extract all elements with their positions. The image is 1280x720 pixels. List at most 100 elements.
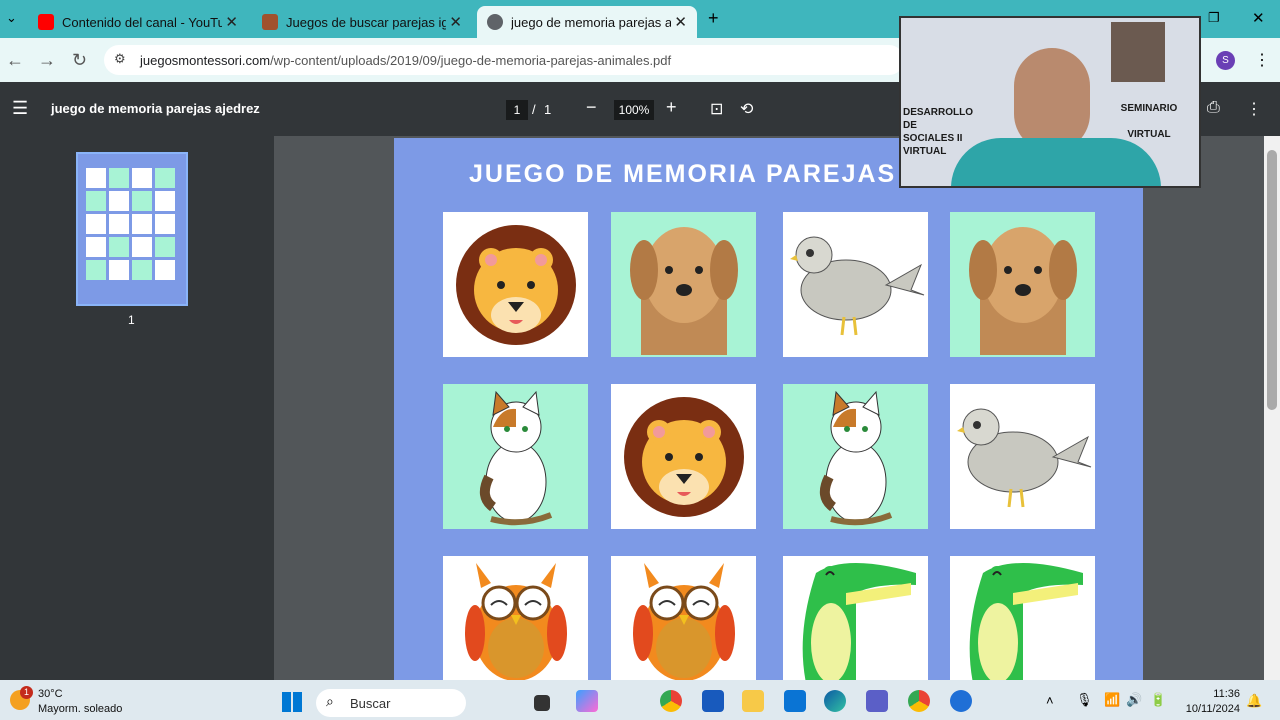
volume-icon[interactable]: 🔊 xyxy=(1126,692,1142,708)
search-label: Buscar xyxy=(350,695,391,711)
bird-card[interactable] xyxy=(783,212,928,357)
chrome-icon[interactable] xyxy=(660,690,682,712)
bird-illustration xyxy=(956,408,1091,507)
window-close-icon[interactable]: ✕ xyxy=(1252,9,1265,27)
owl-illustration xyxy=(464,563,567,680)
taskbar-search[interactable]: Buscar xyxy=(316,689,466,717)
webcam-wall-sign-left: DESARROLLO DE SOCIALES II VIRTUAL xyxy=(903,107,973,157)
vertical-scrollbar[interactable] xyxy=(1264,136,1280,680)
thumbnail-card xyxy=(132,191,152,211)
cat-illustration xyxy=(819,390,892,525)
owl-illustration xyxy=(632,563,735,680)
tab-juegos[interactable]: Juegos de buscar parejas igual… ✕ xyxy=(252,6,472,38)
new-tab-plus-icon[interactable]: + xyxy=(708,8,719,29)
thumbnail-grid xyxy=(86,168,175,280)
close-icon[interactable]: ✕ xyxy=(674,13,687,31)
lion-illustration xyxy=(455,224,576,345)
crocodile-illustration xyxy=(969,563,1083,680)
owl-card[interactable] xyxy=(443,556,588,680)
page-total: 1 xyxy=(544,102,552,117)
weather-widget[interactable]: 30°C Mayorm. soleado xyxy=(38,687,122,717)
close-icon[interactable]: ✕ xyxy=(225,13,238,31)
lion-card[interactable] xyxy=(443,212,588,357)
close-icon[interactable]: ✕ xyxy=(449,13,462,31)
page-heading: JUEGO DE MEMORIA PAREJAS xyxy=(469,160,897,188)
thumbnail-card xyxy=(86,260,106,280)
page-number-input[interactable]: 1 xyxy=(506,100,528,120)
windows-start-icon[interactable] xyxy=(282,692,302,712)
tab-memoria[interactable]: juego de memoria parejas ajed… ✕ xyxy=(477,6,697,38)
thumbnail-card xyxy=(86,214,106,234)
youtube-icon xyxy=(38,14,54,30)
zoom-level-input[interactable]: 100% xyxy=(614,100,654,120)
back-arrow-icon[interactable]: ← xyxy=(6,50,24,71)
owl-card[interactable] xyxy=(611,556,756,680)
painting xyxy=(1111,22,1165,82)
fit-page-icon[interactable]: ⊡ xyxy=(710,99,723,119)
dog-card[interactable] xyxy=(950,212,1095,357)
scrollbar-thumb[interactable] xyxy=(1267,150,1277,410)
tab-title: Juegos de buscar parejas igual… xyxy=(286,14,446,30)
zoom-out-icon[interactable]: − xyxy=(586,97,597,118)
thumbnail-card xyxy=(155,237,175,257)
thumbnail-card xyxy=(109,260,129,280)
microphone-icon[interactable]: 🎙 xyxy=(1076,692,1093,708)
tab-youtube[interactable]: Contenido del canal - YouTube ✕ xyxy=(28,6,248,38)
settings-app-icon[interactable] xyxy=(950,690,972,712)
thumbnail-card xyxy=(109,214,129,234)
bird-card[interactable] xyxy=(950,384,1095,529)
site-info-icon[interactable]: ⚙ xyxy=(114,51,126,67)
cat-card[interactable] xyxy=(783,384,928,529)
thumbnail-card xyxy=(155,214,175,234)
chrome-profile-icon[interactable] xyxy=(908,690,930,712)
file-explorer-icon[interactable] xyxy=(742,690,764,712)
copilot-icon[interactable] xyxy=(576,690,598,712)
lion-card[interactable] xyxy=(611,384,756,529)
tray-chevron-icon[interactable]: ˄ xyxy=(1046,693,1054,708)
thumbnail-card xyxy=(132,237,152,257)
clock[interactable]: 11:36 10/11/2024 xyxy=(1186,687,1240,717)
forward-arrow-icon[interactable]: → xyxy=(38,50,56,71)
clock-date: 10/11/2024 xyxy=(1185,703,1240,715)
task-view-icon[interactable] xyxy=(534,695,550,711)
notification-bell-icon[interactable]: 🔔 xyxy=(1246,693,1262,709)
zoom-in-icon[interactable]: + xyxy=(666,97,677,118)
battery-icon[interactable]: 🔋 xyxy=(1150,692,1166,708)
search-magnifier-icon: ⌕ xyxy=(326,693,334,709)
bird-illustration xyxy=(789,236,924,335)
rotate-icon[interactable]: ⟲ xyxy=(740,99,753,119)
page-thumbnail[interactable] xyxy=(76,152,188,306)
print-icon[interactable]: ⎙ xyxy=(1207,99,1220,117)
thumbnail-card xyxy=(109,237,129,257)
crocodile-card[interactable] xyxy=(950,556,1095,680)
webcam-overlay: DESARROLLO DE SOCIALES II VIRTUAL SEMINA… xyxy=(899,16,1201,188)
reload-icon[interactable]: ↻ xyxy=(72,50,87,71)
thumbnail-card xyxy=(155,168,175,188)
word-icon[interactable] xyxy=(702,690,724,712)
thumbnail-card xyxy=(132,168,152,188)
tab-title: Contenido del canal - YouTube xyxy=(62,14,222,30)
store-icon[interactable] xyxy=(784,690,806,712)
teams-icon[interactable] xyxy=(866,690,888,712)
dog-card[interactable] xyxy=(611,212,756,357)
thumbnail-card xyxy=(132,260,152,280)
cat-card[interactable] xyxy=(443,384,588,529)
thumbnail-card xyxy=(155,191,175,211)
dog-illustration xyxy=(629,226,738,355)
chrome-menu-icon[interactable]: ⋮ xyxy=(1254,50,1270,70)
crocodile-card[interactable] xyxy=(783,556,928,680)
tab-title: juego de memoria parejas ajed… xyxy=(511,14,671,30)
pdf-more-icon[interactable]: ⋮ xyxy=(1246,99,1262,119)
edge-icon[interactable] xyxy=(824,690,846,712)
wifi-icon[interactable]: 📶 xyxy=(1104,692,1120,708)
profile-avatar[interactable]: S xyxy=(1216,51,1235,70)
tab-search-chevron-icon[interactable]: ⌄ xyxy=(6,10,17,26)
lion-illustration xyxy=(623,396,744,517)
person-shirt xyxy=(951,138,1161,186)
thumbnail-card xyxy=(132,214,152,234)
hamburger-menu-icon[interactable]: ☰ xyxy=(12,98,28,119)
address-bar[interactable]: ⚙ juegosmontessori.com/wp-content/upload… xyxy=(104,45,904,75)
window-restore-icon[interactable]: ❐ xyxy=(1208,10,1220,26)
thumbnail-card xyxy=(86,168,106,188)
dog-illustration xyxy=(968,226,1077,355)
